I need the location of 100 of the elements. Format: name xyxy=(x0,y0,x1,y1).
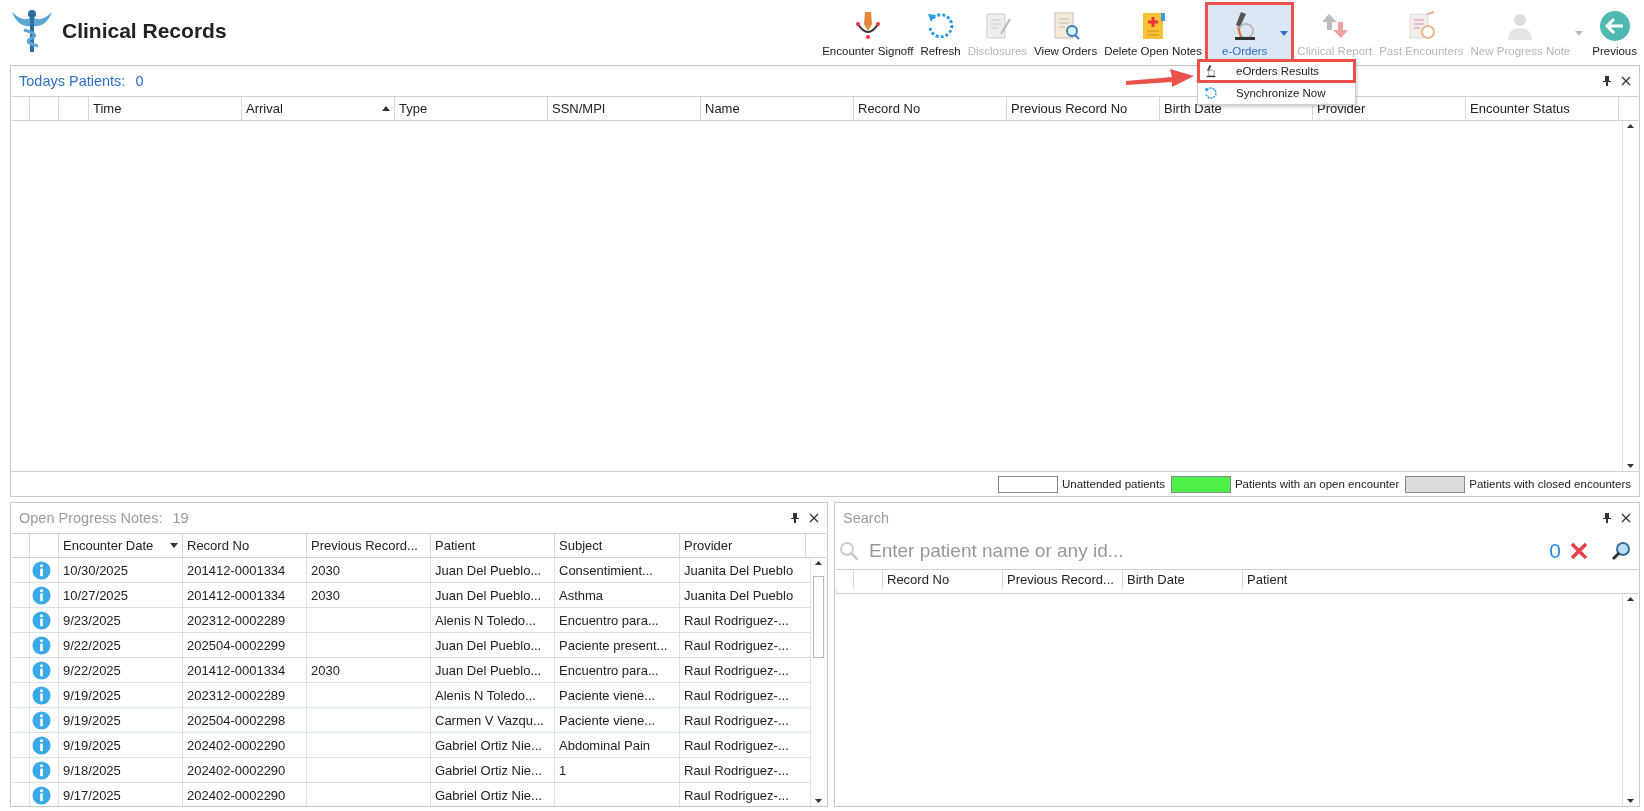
info-icon xyxy=(32,560,51,580)
toolbar-button[interactable]: Delete Open Notes xyxy=(1101,3,1205,61)
table-cell: 9/23/2025 xyxy=(58,608,182,632)
clear-button[interactable] xyxy=(1569,541,1589,561)
scroll-down-icon xyxy=(1627,799,1634,803)
table-cell: Carmen V Vazqu... xyxy=(430,708,554,732)
table-cell: Encuentro para... xyxy=(554,608,679,632)
table-cell: Juanita Del Pueblo xyxy=(679,558,805,582)
sync-icon xyxy=(1204,86,1218,100)
scrollbar[interactable] xyxy=(810,558,826,806)
table-cell: 202504-0002299 xyxy=(182,633,306,657)
patient-count: 19 xyxy=(172,510,189,526)
table-cell: Juan Del Pueblo... xyxy=(430,658,554,682)
table-cell: Asthma xyxy=(554,583,679,607)
table-cell: Raul Rodriguez-... xyxy=(679,683,805,707)
scroll-up-icon xyxy=(1627,124,1634,128)
panel-title: Search xyxy=(843,510,889,526)
table-cell: 202402-0002290 xyxy=(182,758,306,782)
table-cell: 9/22/2025 xyxy=(58,658,182,682)
table-cell: Gabriel Ortiz Nie... xyxy=(430,783,554,806)
table-cell: 201412-0001334 xyxy=(182,583,306,607)
annotation-arrow xyxy=(1124,66,1196,90)
table-cell: 9/19/2025 xyxy=(58,708,182,732)
table-cell: 10/27/2025 xyxy=(58,583,182,607)
column-header[interactable]: Patient xyxy=(430,534,554,557)
scroll-down-icon xyxy=(1627,464,1634,468)
column-header[interactable]: Record No xyxy=(882,570,1002,589)
column-header[interactable]: Previous Record... xyxy=(306,534,430,557)
column-header[interactable]: Record No xyxy=(182,534,306,557)
column-header[interactable]: Time xyxy=(88,97,241,120)
column-header[interactable]: Encounter Date xyxy=(58,534,182,557)
column-header[interactable]: Arrival xyxy=(241,97,394,120)
close-icon[interactable] xyxy=(809,513,819,523)
caduceus-logo xyxy=(10,8,54,54)
column-header[interactable]: Encounter Status xyxy=(1465,97,1618,120)
result-count: 0 xyxy=(1549,539,1561,563)
info-icon xyxy=(32,735,51,755)
column-header[interactable]: SSN/MPI xyxy=(547,97,700,120)
toolbar-button[interactable]: View Orders xyxy=(1031,3,1101,61)
column-header[interactable]: Previous Record No xyxy=(1006,97,1159,120)
column-header[interactable]: Birth Date xyxy=(1122,570,1242,589)
panel-title: Todays Patients: xyxy=(19,73,126,89)
scroll-up-icon xyxy=(815,561,822,565)
table-cell: 2030 xyxy=(306,658,430,682)
table-cell: Raul Rodriguez-... xyxy=(679,783,805,806)
table-cell: 201412-0001334 xyxy=(182,658,306,682)
close-icon[interactable] xyxy=(1621,513,1631,523)
table-cell: 1 xyxy=(554,758,679,782)
table-cell: Encuentro para... xyxy=(554,658,679,682)
table-cell: 9/19/2025 xyxy=(58,733,182,757)
pin-icon[interactable] xyxy=(1603,76,1611,86)
table-cell: 2030 xyxy=(306,558,430,582)
menu-item[interactable]: eOrders Results xyxy=(1198,60,1355,82)
column-header[interactable]: Subject xyxy=(554,534,679,557)
column-header[interactable]: Type xyxy=(394,97,547,120)
info-icon xyxy=(32,610,51,630)
search-button[interactable] xyxy=(1611,541,1631,561)
table-cell: Paciente present... xyxy=(554,633,679,657)
close-icon[interactable] xyxy=(1621,76,1631,86)
table-cell: Juan Del Pueblo... xyxy=(430,583,554,607)
toolbar-button[interactable]: Encounter Signoff xyxy=(819,3,917,61)
scrollbar-thumb[interactable] xyxy=(813,576,824,658)
table-cell: Alenis N Toledo... xyxy=(430,683,554,707)
app-title: Clinical Records xyxy=(62,19,228,43)
toolbar-button[interactable]: Refresh xyxy=(917,3,964,61)
table-cell: 9/17/2025 xyxy=(58,783,182,806)
toolbar-button[interactable]: e-Orders xyxy=(1206,3,1294,61)
table-cell: 2030 xyxy=(306,583,430,607)
info-icon xyxy=(32,710,51,730)
table-cell: Gabriel Ortiz Nie... xyxy=(430,733,554,757)
column-header[interactable]: Previous Record... xyxy=(1002,570,1122,589)
table-cell: Juan Del Pueblo... xyxy=(430,633,554,657)
legend-label: Unattended patients xyxy=(1062,478,1165,490)
pin-icon[interactable] xyxy=(791,513,799,523)
table-cell: Raul Rodriguez-... xyxy=(679,708,805,732)
pin-icon[interactable] xyxy=(1603,513,1611,523)
table-cell: Juan Del Pueblo... xyxy=(430,558,554,582)
table-cell: Raul Rodriguez-... xyxy=(679,658,805,682)
table-cell: 9/22/2025 xyxy=(58,633,182,657)
table-cell: Alenis N Toledo... xyxy=(430,608,554,632)
table-cell: Raul Rodriguez-... xyxy=(679,633,805,657)
sort-arrow-icon xyxy=(382,106,390,111)
column-header[interactable]: Patient xyxy=(1242,570,1638,589)
sort-arrow-icon xyxy=(170,543,178,548)
info-icon xyxy=(32,685,51,705)
toolbar-button[interactable]: Previous xyxy=(1589,3,1640,61)
table-cell: Raul Rodriguez-... xyxy=(679,733,805,757)
column-header[interactable]: Record No xyxy=(853,97,1006,120)
column-header[interactable]: Provider xyxy=(679,534,805,557)
table-cell: 201412-0001334 xyxy=(182,558,306,582)
microscope-icon xyxy=(1204,64,1218,78)
patient-count: 0 xyxy=(135,73,144,89)
table-cell: Juanita Del Pueblo xyxy=(679,583,805,607)
column-header[interactable]: Name xyxy=(700,97,853,120)
table-cell: 10/30/2025 xyxy=(58,558,182,582)
table-cell: Gabriel Ortiz Nie... xyxy=(430,758,554,782)
table-cell: 9/18/2025 xyxy=(58,758,182,782)
search-icon xyxy=(839,541,859,561)
search-field[interactable]: Enter patient name or any id... xyxy=(867,539,1542,563)
table-cell: 9/19/2025 xyxy=(58,683,182,707)
